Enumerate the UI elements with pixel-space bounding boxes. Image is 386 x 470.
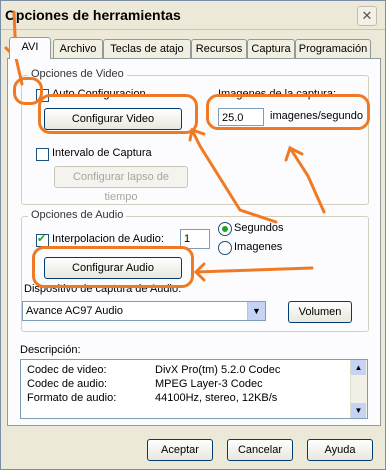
annotation-arrow <box>194 266 314 274</box>
annotation-arrow <box>288 146 326 214</box>
annotation-arrows <box>4 10 326 282</box>
tab-avi[interactable]: AVI <box>9 37 51 59</box>
annotation-arrow <box>190 128 278 224</box>
